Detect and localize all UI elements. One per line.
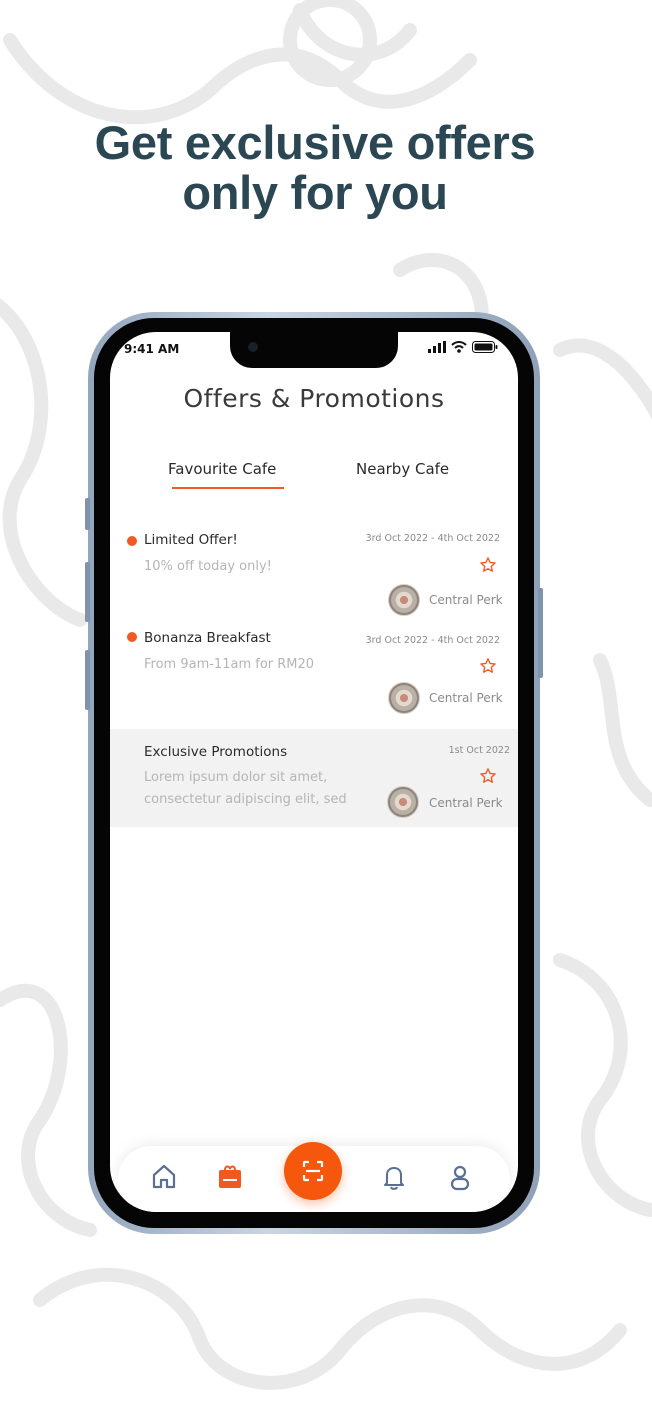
cafe-name: Central Perk [429, 593, 503, 607]
bell-icon[interactable] [380, 1162, 408, 1192]
offer-item-bonanza-breakfast[interactable]: Bonanza Breakfast From 9am-11am for RM20… [110, 624, 518, 722]
offer-item-limited-offer[interactable]: Limited Offer! 10% off today only! 3rd O… [110, 524, 518, 622]
volume-up-button [85, 562, 90, 622]
power-button [538, 588, 543, 678]
unread-dot [127, 536, 137, 546]
offer-title: Limited Offer! [144, 532, 238, 548]
tab-favourite-cafe[interactable]: Favourite Cafe [168, 460, 276, 478]
scan-qr-button[interactable] [284, 1142, 342, 1200]
headline-line-1: Get exclusive offers [94, 116, 536, 169]
home-icon[interactable] [150, 1162, 178, 1192]
favourite-star-icon[interactable] [479, 556, 497, 574]
status-icons [428, 341, 498, 353]
offer-description: 10% off today only! [144, 559, 272, 574]
active-tab-indicator [172, 487, 284, 489]
cafe-name: Central Perk [429, 691, 503, 705]
favourite-star-icon[interactable] [479, 767, 497, 785]
signal-icon [428, 341, 446, 353]
offer-title: Bonanza Breakfast [144, 630, 271, 646]
wifi-icon [451, 341, 467, 353]
cafe-name: Central Perk [429, 796, 503, 810]
status-time: 9:41 AM [124, 342, 180, 356]
mute-switch [85, 498, 90, 530]
headline: Get exclusive offers only for you [0, 118, 630, 218]
battery-icon [472, 341, 498, 353]
cafe-avatar [388, 682, 420, 714]
page-title: Offers & Promotions [183, 384, 445, 413]
offer-description-line-1: Lorem ipsum dolor sit amet, [144, 770, 328, 785]
cafe-avatar [388, 584, 420, 616]
offer-description-line-2: consectetur adipiscing elit, sed [144, 792, 347, 807]
offer-title: Exclusive Promotions [144, 744, 288, 760]
notch [230, 332, 398, 368]
offers-bag-icon[interactable] [216, 1162, 244, 1192]
offer-date: 1st Oct 2022 [448, 745, 510, 756]
favourite-star-icon[interactable] [479, 657, 497, 675]
volume-down-button [85, 650, 90, 710]
tab-nearby-cafe[interactable]: Nearby Cafe [356, 460, 449, 478]
profile-icon[interactable] [446, 1162, 474, 1192]
offer-item-exclusive-promotions[interactable]: Exclusive Promotions Lorem ipsum dolor s… [110, 729, 518, 827]
offer-description: From 9am-11am for RM20 [144, 657, 315, 672]
headline-line-2: only for you [182, 166, 448, 219]
scan-icon [302, 1160, 324, 1182]
offer-date: 3rd Oct 2022 - 4th Oct 2022 [365, 533, 500, 544]
offer-date: 3rd Oct 2022 - 4th Oct 2022 [365, 635, 500, 646]
unread-dot [127, 632, 137, 642]
phone-screen: 9:41 AM Offers & Promotions Favourite Ca… [110, 332, 518, 1212]
front-camera [248, 342, 258, 352]
cafe-avatar [387, 786, 419, 818]
